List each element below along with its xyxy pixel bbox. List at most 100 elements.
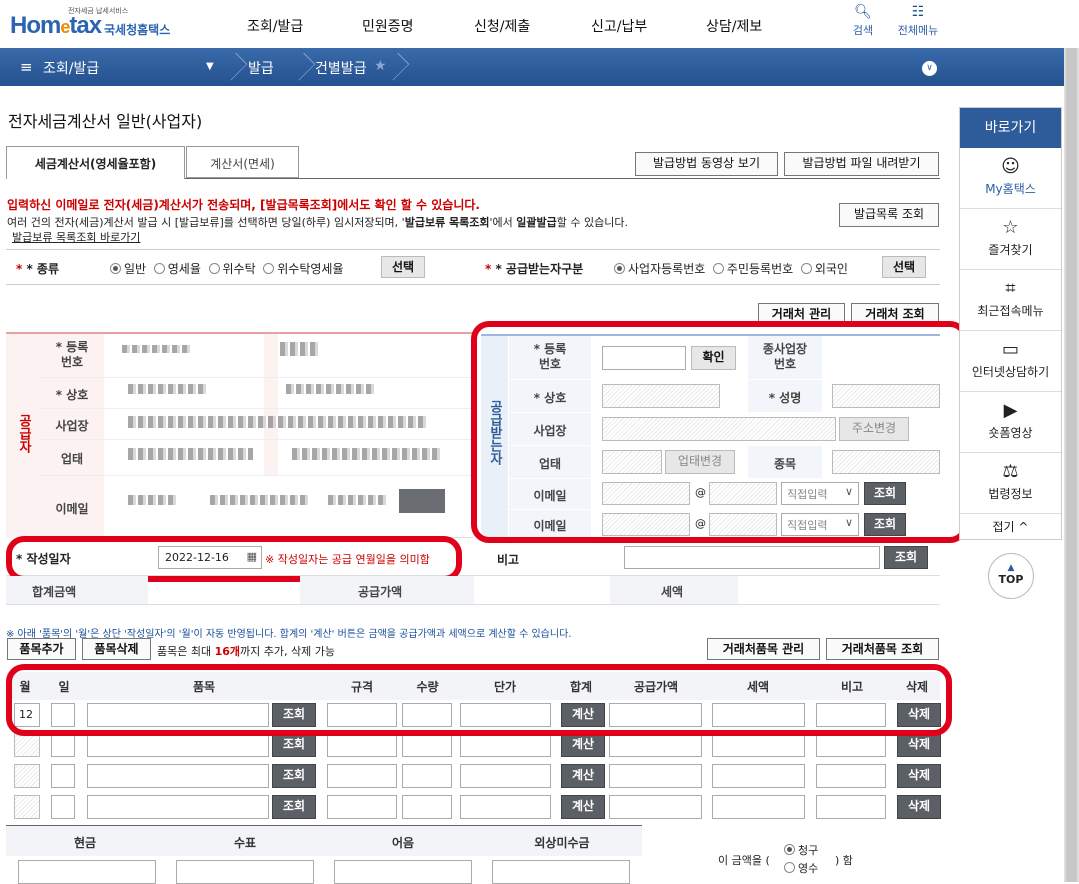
tab-tax-invoice[interactable]: 세금계산서(영세율포함): [6, 146, 185, 179]
chevron-down-icon[interactable]: ∨: [922, 61, 937, 76]
top-menu-inquiry[interactable]: 조회/발급: [247, 16, 303, 36]
sidebar-item-law[interactable]: ⚖ 법령정보: [960, 453, 1061, 514]
item-search-button[interactable]: 조회: [272, 764, 316, 788]
scrollbar[interactable]: [1064, 48, 1079, 882]
radio-resident-no[interactable]: 주민등록번호: [712, 262, 793, 276]
cash-label: 현금: [73, 836, 97, 850]
radio-consign-zero[interactable]: 위수탁영세율: [263, 262, 344, 276]
supply-input[interactable]: [609, 795, 702, 819]
qty-input[interactable]: [402, 764, 452, 788]
spec-input[interactable]: [327, 795, 397, 819]
sidebar-fold[interactable]: 접기 ^: [960, 514, 1061, 535]
all-menu-button[interactable]: ☷ 전체메뉴: [893, 4, 943, 38]
user-icon: ☺: [1001, 156, 1020, 177]
sidebar-item-my-hometax[interactable]: ☺ My홈택스: [960, 148, 1061, 209]
tab-divider: [185, 178, 940, 179]
sidebar-item-short-video[interactable]: ▶ 숏폼영상: [960, 392, 1061, 453]
issue-list-button[interactable]: 발급목록 조회: [839, 203, 939, 227]
redacted-sub-no: [280, 342, 318, 356]
search-button[interactable]: 🔍︎ 검색: [843, 4, 883, 38]
note-input[interactable]: [334, 860, 472, 884]
row-delete-button[interactable]: 삭제: [897, 795, 941, 819]
top-menu-certificate[interactable]: 민원증명: [362, 16, 414, 36]
check-input[interactable]: [176, 860, 314, 884]
breadcrumb-separator: [384, 48, 404, 86]
item-name-input[interactable]: [87, 764, 269, 788]
partner-item-search-button[interactable]: 거래처품목 조회: [826, 638, 939, 660]
tax-input[interactable]: [712, 795, 805, 819]
redacted-search-button[interactable]: [399, 489, 445, 513]
day-input[interactable]: [51, 764, 75, 788]
sidebar-item-online-consult[interactable]: ▭ 인터넷상담하기: [960, 331, 1061, 392]
kind-select-button[interactable]: 선택: [381, 256, 425, 278]
nav-menu-label[interactable]: 조회/발급: [43, 58, 99, 78]
item-add-button[interactable]: 품목추가: [7, 638, 76, 660]
unit-price-input[interactable]: [460, 733, 551, 757]
hold-list-link[interactable]: 발급보류 목록조회 바로가기: [12, 229, 140, 245]
item-search-button[interactable]: 조회: [272, 733, 316, 757]
supply-input[interactable]: [609, 764, 702, 788]
item-delete-button[interactable]: 품목삭제: [82, 638, 151, 660]
top-menu-payment[interactable]: 신고/납부: [591, 16, 647, 36]
caret-down-icon[interactable]: ▼: [206, 61, 214, 72]
scrollbar-thumb[interactable]: [1066, 48, 1077, 882]
month-input[interactable]: [14, 733, 40, 757]
unit-price-input[interactable]: [460, 795, 551, 819]
row-delete-button[interactable]: 삭제: [897, 764, 941, 788]
sidebar-item-recent[interactable]: ⌗ 최근접속메뉴: [960, 270, 1061, 331]
highlight-receiver: [471, 321, 968, 543]
month-input[interactable]: [14, 795, 40, 819]
tax-input[interactable]: [712, 733, 805, 757]
calc-button[interactable]: 계산: [561, 764, 605, 788]
partner-item-manage-button[interactable]: 거래처품목 관리: [707, 638, 820, 660]
unit-price-input[interactable]: [460, 764, 551, 788]
row-delete-button[interactable]: 삭제: [897, 733, 941, 757]
remark-input[interactable]: [816, 764, 886, 788]
hometax-logo[interactable]: 전자세금 납세서비스 Hometax 국세청홈택스: [8, 6, 198, 44]
supply-input[interactable]: [609, 733, 702, 757]
top-button[interactable]: ▲ TOP: [988, 553, 1034, 599]
menu-icon[interactable]: ≡: [20, 58, 33, 76]
remark-input[interactable]: [816, 795, 886, 819]
qty-input[interactable]: [402, 733, 452, 757]
breadcrumb-issue[interactable]: 발급: [248, 58, 274, 78]
day-input[interactable]: [51, 795, 75, 819]
breadcrumb-single-issue[interactable]: 건별발급: [315, 58, 367, 78]
radio-foreigner[interactable]: 외국인: [800, 262, 848, 276]
spec-input[interactable]: [327, 733, 397, 757]
calc-button[interactable]: 계산: [561, 795, 605, 819]
radio-consign[interactable]: 위수탁: [208, 262, 256, 276]
radio-zero-rate[interactable]: 영세율: [153, 262, 201, 276]
radio-receipt[interactable]: 영수: [784, 860, 818, 876]
breadcrumb-bar: ≡ 조회/발급 ▼ 발급 건별발급 ★: [0, 48, 1079, 86]
tax-input[interactable]: [712, 764, 805, 788]
redacted-item: [292, 448, 442, 460]
remark-search-button[interactable]: 조회: [884, 546, 928, 569]
radio-business-no[interactable]: 사업자등록번호: [614, 262, 705, 276]
calc-button[interactable]: 계산: [561, 733, 605, 757]
radio-claim[interactable]: 청구: [784, 842, 818, 858]
month-input[interactable]: [14, 764, 40, 788]
supplier-address-label: 사업장: [40, 409, 104, 439]
video-guide-button[interactable]: 발급방법 동영상 보기: [635, 152, 778, 176]
cash-input[interactable]: [18, 860, 156, 884]
day-input[interactable]: [51, 733, 75, 757]
top-menu-application[interactable]: 신청/제출: [474, 16, 530, 36]
sidebar-item-favorites[interactable]: ☆ 즐겨찾기: [960, 209, 1061, 270]
top-menu-consult[interactable]: 상담/제보: [706, 16, 762, 36]
item-name-input[interactable]: [87, 733, 269, 757]
remark-input[interactable]: [816, 733, 886, 757]
spec-input[interactable]: [327, 764, 397, 788]
receiver-select-button[interactable]: 선택: [882, 256, 926, 278]
qty-input[interactable]: [402, 795, 452, 819]
radio-normal[interactable]: 일반: [110, 262, 146, 276]
item-name-input[interactable]: [87, 795, 269, 819]
file-download-button[interactable]: 발급방법 파일 내려받기: [784, 152, 939, 176]
tab-invoice-exempt[interactable]: 계산서(면세): [186, 146, 299, 178]
gavel-icon: ⚖: [1002, 461, 1019, 482]
laptop-icon: ▭: [1001, 339, 1019, 360]
play-icon: ▶: [1003, 400, 1018, 421]
item-search-button[interactable]: 조회: [272, 795, 316, 819]
receivable-input[interactable]: [492, 860, 630, 884]
remark-input[interactable]: [624, 546, 880, 569]
